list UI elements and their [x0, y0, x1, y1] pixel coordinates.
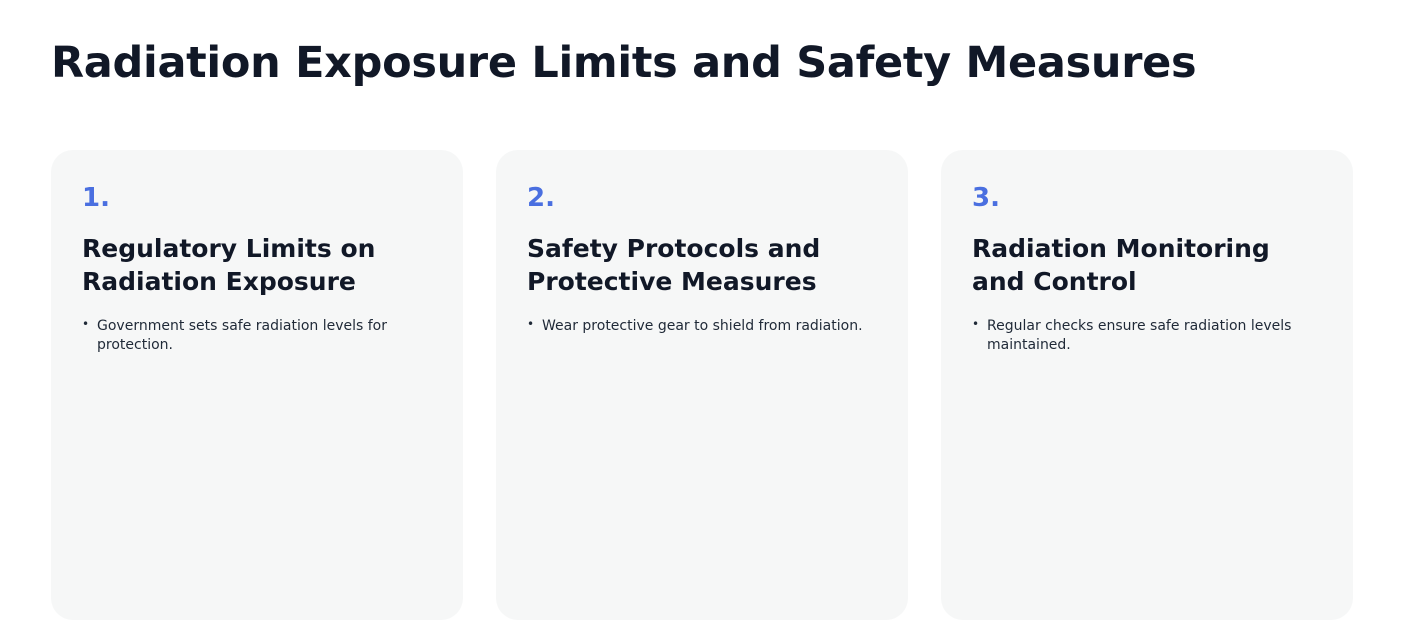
card-title: Safety Protocols and Protective Measures	[527, 234, 821, 296]
card-radiation-monitoring: 3. Radiation Monitoring and Control • Re…	[941, 150, 1353, 620]
bullet-dot-icon: •	[527, 317, 535, 331]
bullet-list: • Government sets safe radiation levels …	[82, 317, 432, 355]
bullet-text: Wear protective gear to shield from radi…	[542, 318, 863, 334]
card-grid: 1. Regulatory Limits on Radiation Exposu…	[51, 150, 1353, 620]
card-title: Radiation Monitoring and Control	[972, 234, 1270, 296]
card-title: Regulatory Limits on Radiation Exposure	[82, 234, 376, 296]
bullet-dot-icon: •	[972, 317, 980, 331]
bullet-text: Government sets safe radiation levels fo…	[97, 318, 388, 353]
bullet-item: • Wear protective gear to shield from ra…	[527, 317, 877, 336]
card-safety-protocols: 2. Safety Protocols and Protective Measu…	[496, 150, 908, 620]
card-number: 2.	[527, 183, 555, 213]
bullet-item: • Government sets safe radiation levels …	[82, 317, 432, 355]
card-number: 3.	[972, 183, 1000, 213]
card-regulatory-limits: 1. Regulatory Limits on Radiation Exposu…	[51, 150, 463, 620]
bullet-item: • Regular checks ensure safe radiation l…	[972, 317, 1322, 355]
bullet-list: • Regular checks ensure safe radiation l…	[972, 317, 1322, 355]
bullet-text: Regular checks ensure safe radiation lev…	[987, 318, 1292, 353]
card-number: 1.	[82, 183, 110, 213]
bullet-dot-icon: •	[82, 317, 90, 331]
page-title: Radiation Exposure Limits and Safety Mea…	[51, 38, 1197, 88]
bullet-list: • Wear protective gear to shield from ra…	[527, 317, 877, 336]
